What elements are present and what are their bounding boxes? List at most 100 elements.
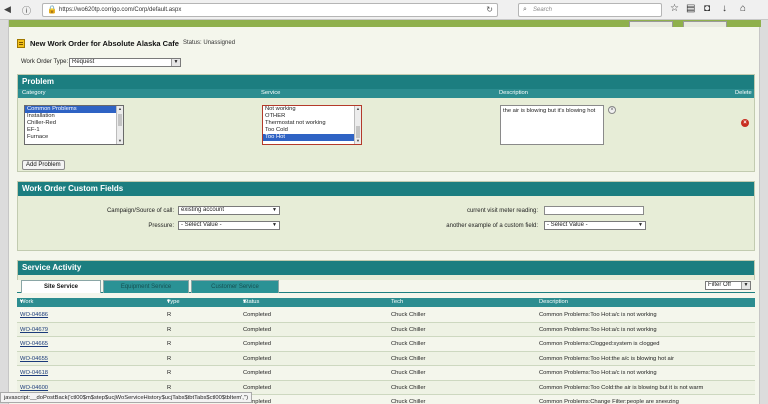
service-tabs: Site Service Equipment Service Customer …	[17, 279, 755, 293]
top-tab-left[interactable]	[629, 21, 673, 27]
category-option[interactable]: Chiller-Red	[25, 120, 123, 127]
row-description: Common Problems:Clogged:system is clogge…	[539, 341, 660, 347]
custom-fields-header: Work Order Custom Fields	[18, 182, 754, 196]
info-icon[interactable]: ⓘ	[22, 4, 31, 17]
row-type: R	[167, 341, 172, 347]
pressure-label: Pressure:	[148, 223, 174, 229]
service-activity-header: Service Activity	[18, 261, 754, 275]
work-order-icon	[17, 39, 25, 48]
home-icon[interactable]: ⌂	[740, 3, 746, 14]
col-work-order[interactable]: Work Order ▾	[20, 298, 35, 314]
row-status: Completed	[243, 355, 272, 362]
service-option[interactable]: Too Hot	[263, 134, 361, 141]
category-listbox[interactable]: Common Problems Installation Chiller-Red…	[24, 105, 124, 145]
table-row[interactable]: WO-04655 R Completed Chuck Chiller Common Pr…	[17, 351, 755, 366]
row-status: Completed	[243, 370, 272, 376]
work-order-type-label: Work Order Type:	[21, 59, 69, 65]
row-status: Completed	[243, 312, 272, 318]
back-icon[interactable]: ◀	[4, 4, 11, 15]
tab-customer-service[interactable]: Customer Service	[191, 280, 279, 293]
chevron-down-icon: ▼	[636, 222, 645, 229]
row-status: Completed	[243, 326, 272, 333]
status-bar: javascript:__doPostBack('ctl00$m$step$uc…	[0, 392, 253, 403]
clear-icon[interactable]: ×	[608, 106, 616, 114]
category-option[interactable]: EF-1	[25, 127, 123, 134]
work-order-type-select[interactable]: Request ▼	[69, 58, 181, 67]
download-icon[interactable]: ↓	[722, 3, 727, 14]
row-type: R	[167, 355, 172, 362]
pocket-icon[interactable]: ◘	[704, 3, 710, 14]
row-description: Common Problems:Too Hot:a/c is not worki…	[539, 312, 657, 318]
top-tab-right[interactable]	[683, 21, 727, 27]
row-description: Common Problems:Change Filter:people are…	[539, 399, 679, 404]
col-tech: Tech	[391, 299, 404, 305]
page-title: New Work Order for Absolute Alaska Cafe	[30, 39, 179, 48]
filter-select[interactable]: Filter Off ▼	[705, 281, 751, 290]
problem-column-headers: Category Service Description Delete	[18, 89, 754, 98]
description-textarea[interactable]: the air is blowing but it's blowing hot	[500, 105, 604, 145]
col-delete: Delete	[735, 90, 752, 96]
chevron-down-icon: ▼	[741, 282, 750, 289]
page: New Work Order for Absolute Alaska Cafe …	[8, 20, 761, 404]
reading-list-icon[interactable]: ▤	[686, 3, 695, 14]
category-option[interactable]: Common Problems	[25, 106, 123, 113]
chevron-down-icon: ▼	[171, 59, 180, 66]
category-option[interactable]: Furnace	[25, 134, 123, 141]
meter-reading-input[interactable]	[544, 206, 644, 215]
category-option[interactable]: Installation	[25, 113, 123, 120]
search-input[interactable]: ⌕ Search	[518, 3, 662, 17]
bookmark-star-icon[interactable]: ☆	[670, 3, 679, 14]
custom-field-select[interactable]: - Select Value - ▼	[544, 221, 646, 230]
service-option[interactable]: Thermostat not working	[263, 120, 361, 127]
col-type[interactable]: Type ▾	[167, 298, 180, 307]
table-row[interactable]: WO-04679 R Completed Chuck Chiller Common Pr…	[17, 322, 755, 337]
add-problem-button[interactable]: Add Problem	[22, 160, 65, 170]
row-tech: Chuck Chiller	[391, 341, 426, 347]
work-order-link[interactable]: WO-04618	[20, 370, 48, 376]
service-option[interactable]: Not working	[263, 106, 361, 113]
chevron-down-icon: ▼	[270, 222, 279, 229]
tab-equipment-service[interactable]: Equipment Service	[103, 280, 189, 293]
service-option[interactable]: OTHER	[263, 113, 361, 120]
col-status[interactable]: Status ▾	[243, 298, 259, 307]
row-tech: Chuck Chiller	[391, 370, 426, 376]
tab-site-service[interactable]: Site Service	[21, 280, 101, 293]
work-order-link[interactable]: WO-04600	[20, 385, 48, 391]
table-row[interactable]: WO-04618 R Completed Chuck Chiller Common Pr…	[17, 366, 755, 381]
service-listbox[interactable]: Not working OTHER Thermostat not working…	[262, 105, 362, 145]
service-option[interactable]: Too Cold	[263, 127, 361, 134]
campaign-select[interactable]: existing account ▼	[178, 206, 280, 215]
row-type: R	[167, 370, 172, 376]
table-row[interactable]: WO-04686 R Completed Chuck Chiller Common Pr…	[17, 308, 755, 323]
pressure-select[interactable]: - Select Value - ▼	[178, 221, 280, 230]
problem-header: Problem	[18, 75, 754, 89]
chevron-down-icon: ▼	[270, 207, 279, 214]
work-order-link[interactable]: WO-04655	[20, 356, 48, 362]
row-tech: Chuck Chiller	[391, 312, 426, 318]
category-scrollbar[interactable]: ▲ ▼	[116, 106, 123, 144]
row-type: R	[167, 312, 172, 318]
delete-icon[interactable]: ×	[741, 119, 749, 127]
work-order-link[interactable]: WO-04679	[20, 327, 48, 333]
service-scrollbar[interactable]: ▲ ▼	[354, 106, 361, 144]
row-tech: Chuck Chiller	[391, 399, 426, 404]
pressure-value: - Select Value -	[181, 222, 222, 228]
reload-icon[interactable]: ↻	[486, 5, 493, 14]
top-strip	[9, 20, 761, 27]
row-status: Completed	[243, 341, 272, 347]
search-icon: ⌕	[523, 6, 527, 13]
col-service: Service	[261, 90, 281, 96]
row-tech: Chuck Chiller	[391, 355, 426, 362]
filter-value: Filter Off	[708, 282, 731, 288]
work-order-link[interactable]: WO-04686	[20, 312, 48, 318]
url-text: https://wo620tp.corrigo.com/Corp/default…	[59, 7, 182, 13]
row-tech: Chuck Chiller	[391, 384, 426, 391]
address-bar[interactable]: 🔒 https://wo620tp.corrigo.com/Corp/defau…	[42, 3, 498, 17]
custom-fields-section: Work Order Custom Fields Campaign/Source…	[17, 181, 755, 251]
row-description: Common Problems:Too Hot:a/c is not worki…	[539, 370, 657, 376]
table-row[interactable]: WO-04665 R Completed Chuck Chiller Common Pr…	[17, 337, 755, 352]
service-activity-section: Service Activity	[17, 260, 755, 280]
custom-field-value: - Select Value -	[547, 222, 588, 228]
col-description: Description	[539, 299, 568, 305]
work-order-link[interactable]: WO-04665	[20, 341, 48, 347]
